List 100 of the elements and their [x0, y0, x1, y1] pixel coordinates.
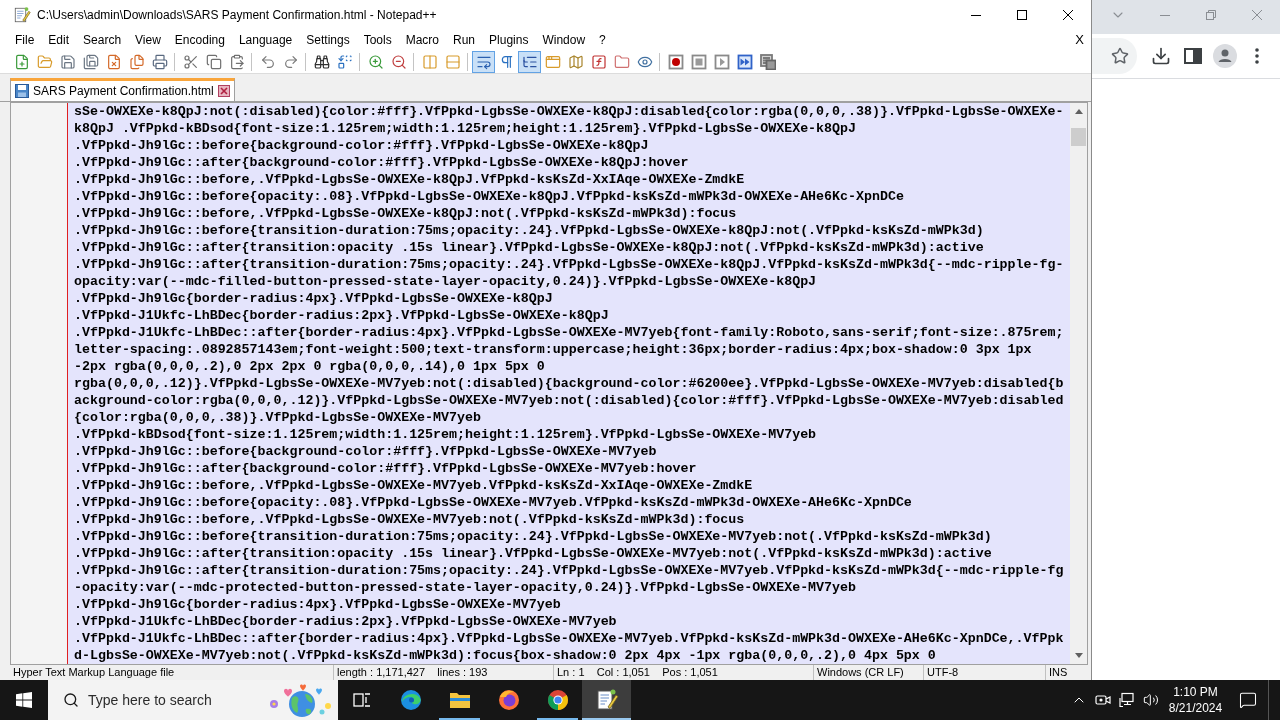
function-icon	[590, 53, 607, 70]
window-title: C:\Users\admin\Downloads\SARS Payment Confirmation.html - Notepad++	[37, 7, 437, 24]
replace-icon	[336, 53, 353, 70]
word-wrap-button[interactable]	[472, 50, 495, 73]
code-line: .VfPpkd-Jh9lGc::before,.VfPpkd-LgbsSe-OWXEXe-k8QpJ.VfPpkd-ksKsZd-XxIAqe-OWXEXe-ZmdkE	[74, 171, 745, 188]
code-line: -2px rgba(0,0,0,.2),0 2px 2px 0 rgba(0,0,0,.14),0 1px 5px 0	[74, 358, 545, 375]
menu-item[interactable]: View	[128, 30, 168, 50]
code-line: ackground-color:rgba(0,0,0,.12)}.VfPpkd-LgbsSe-OWXEXe-MV7yeb:not(:disabled){color:#fff}.VfPpkd-LgbsSe-OWXEXe-MV7yeb:disabled	[74, 392, 1064, 409]
code-line: .VfPpkd-J1Ukfc-LhBDec::after{border-radius:4px}.VfPpkd-LgbsSe-OWXEXe-MV7yeb{font-family:Roboto,sans-serif;font-size:.875rem;	[74, 324, 1064, 341]
code-line: .VfPpkd-Jh9lGc{border-radius:4px}.VfPpkd-LgbsSe-OWXEXe-k8QpJ	[74, 290, 553, 307]
search-icon	[63, 692, 79, 708]
menu-item[interactable]: Tools	[356, 30, 399, 50]
code-line: .VfPpkd-J1Ukfc-LhBDec::after{border-radius:4px}.VfPpkd-LgbsSe-OWXEXe-MV7yeb.VfPpkd-ksKsZd-mWPk3d-OWXEXe-AHe6Kc-XpnDCe,.VfPpk	[74, 630, 1064, 647]
kebab-menu-icon	[1255, 48, 1259, 64]
clock-time[interactable]: 1:10 PM	[1173, 684, 1218, 700]
menu-item[interactable]: Plugins	[482, 30, 536, 50]
search-box[interactable]: Type here to search	[48, 680, 338, 720]
columns-icon	[421, 53, 438, 70]
firefox-icon	[496, 688, 521, 712]
save-icon	[59, 53, 76, 70]
volume-icon	[1143, 692, 1159, 708]
scissors-icon	[182, 53, 199, 70]
camera-icon	[1095, 692, 1111, 708]
status-text: UTF-8	[927, 666, 959, 679]
caret-down-icon[interactable]	[1074, 653, 1083, 658]
notepad-icon	[13, 6, 31, 24]
minimize-icon	[1160, 14, 1170, 16]
code-line: .VfPpkd-Jh9lGc::after{transition-duration:75ms;opacity:.24}.VfPpkd-LgbsSe-OWXEXe-k8QpJ.VfPpkd-ksKsZd-mWPk3d{--mdc-ripple-fg-	[74, 256, 1064, 273]
zoom-in-icon	[367, 53, 384, 70]
record-icon	[667, 53, 684, 70]
zoom-out-icon	[390, 53, 407, 70]
code-line: .VfPpkd-Jh9lGc::before{background-color:#fff}.VfPpkd-LgbsSe-OWXEXe-k8QpJ	[74, 137, 649, 154]
code-line: .VfPpkd-Jh9lGc::before{opacity:.08}.VfPpkd-LgbsSe-OWXEXe-MV7yeb.VfPpkd-ksKsZd-mWPk3d-OWXEXe-AHe6Kc-XpnDCe	[74, 494, 912, 511]
close-icon	[1252, 10, 1262, 20]
code-line: .VfPpkd-Jh9lGc::before{background-color:#fff}.VfPpkd-LgbsSe-OWXEXe-MV7yeb	[74, 443, 657, 460]
map-icon	[567, 53, 584, 70]
code-line: sSe-OWXEXe-k8QpJ:not(:disabled){color:#fff}.VfPpkd-LgbsSe-OWXEXe-k8QpJ:disabled{color:rgba(0,0,0,.38)}.VfPpkd-LgbsSe-OWXEXe-	[74, 103, 1064, 120]
chrome-icon	[545, 688, 570, 712]
code-line: .VfPpkd-Jh9lGc::after{background-color:#fff}.VfPpkd-LgbsSe-OWXEXe-MV7yeb:hover	[74, 460, 697, 477]
code-line: .VfPpkd-Jh9lGc::before,.VfPpkd-LgbsSe-OWXEXe-MV7yeb.VfPpkd-ksKsZd-XxIAqe-OWXEXe-ZmdkE	[74, 477, 753, 494]
folder-icon	[36, 53, 53, 70]
menu-item[interactable]: ?	[592, 30, 613, 50]
side-panel-icon	[1184, 48, 1202, 64]
status-text: Windows (CR LF)	[817, 666, 904, 679]
code-line: .VfPpkd-Jh9lGc{border-radius:4px}.VfPpkd-LgbsSe-OWXEXe-MV7yeb	[74, 596, 561, 613]
redo-icon	[282, 53, 299, 70]
close-document-button[interactable]: X	[1073, 30, 1086, 50]
code-text-area[interactable]	[68, 103, 1070, 664]
status-text: INS	[1049, 666, 1068, 679]
menu-item[interactable]: File	[8, 30, 42, 50]
folder-icon	[613, 53, 630, 70]
status-text: length : 1,171,427 lines : 193	[337, 666, 488, 679]
notepad-plus-plus-button[interactable]	[582, 680, 631, 720]
menu-item[interactable]: Language	[231, 30, 300, 50]
undo-icon	[259, 53, 276, 70]
rows-icon	[444, 53, 461, 70]
status-text: Ln : 1 Col : 1,051 Pos : 1,051	[557, 666, 718, 679]
file-tab[interactable]: SARS Payment Confirmation.html	[10, 78, 235, 101]
search-input[interactable]: Type here to search	[88, 689, 248, 711]
code-line: .VfPpkd-kBDsod{font-size:1.125rem;width:1.125rem;height:1.125rem}.VfPpkd-LgbsSe-OWXEXe-MV7yeb	[74, 426, 817, 443]
menu-item[interactable]: Window	[535, 30, 593, 50]
code-line: .VfPpkd-Jh9lGc::before,.VfPpkd-LgbsSe-OWXEXe-MV7yeb:not(.VfPpkd-ksKsZd-mWPk3d):focus	[74, 511, 745, 528]
code-line: .VfPpkd-Jh9lGc::before{transition-duration:75ms;opacity:.24}.VfPpkd-LgbsSe-OWXEXe-k8QpJ:not(.VfPpkd-ksKsZd-mWPk3d)	[74, 222, 984, 239]
close-icon	[1063, 10, 1073, 20]
menu-item[interactable]: Macro	[398, 30, 446, 50]
stop-icon	[690, 53, 707, 70]
print-icon	[151, 53, 168, 70]
minimize-icon	[971, 14, 981, 16]
grid-icon	[759, 53, 776, 70]
maximize-icon	[1017, 10, 1027, 20]
menu-item[interactable]: Settings	[299, 30, 357, 50]
close-icon[interactable]	[217, 85, 230, 97]
file-x-icon	[105, 53, 122, 70]
profile-avatar-icon	[1213, 44, 1237, 68]
menu-item[interactable]: Encoding	[167, 30, 232, 50]
windows-logo-icon	[16, 692, 32, 708]
caret-up-icon[interactable]	[1074, 109, 1083, 114]
menu-item[interactable]: Search	[76, 30, 129, 50]
notification-icon	[1239, 691, 1257, 709]
code-line: {color:rgba(0,0,0,.38)}.VfPpkd-LgbsSe-OWXEXe-MV7yeb	[74, 409, 481, 426]
notepad-icon	[594, 688, 619, 712]
code-line: .VfPpkd-Jh9lGc::after{transition:opacity .15s linear}.VfPpkd-LgbsSe-OWXEXe-MV7yeb:not(.VfPpkd-ksKsZd-mWPk3d):active	[74, 545, 992, 562]
edge-icon	[398, 688, 423, 712]
restore-icon	[1206, 10, 1216, 20]
scrollbar-thumb[interactable]	[1071, 128, 1086, 146]
bookmark-star-icon[interactable]	[1111, 47, 1129, 65]
clock-date[interactable]: 8/21/2024	[1168, 700, 1223, 716]
menu-item[interactable]: Run	[446, 30, 483, 50]
play-icon	[713, 53, 730, 70]
code-line: .VfPpkd-Jh9lGc::before,.VfPpkd-LgbsSe-OWXEXe-k8QpJ:not(.VfPpkd-ksKsZd-mWPk3d):focus	[74, 205, 737, 222]
address-bar[interactable]	[1092, 38, 1137, 74]
task-view-icon	[352, 690, 372, 710]
copy-icon	[205, 53, 222, 70]
indent-guide-button[interactable]	[518, 50, 541, 73]
binoculars-icon	[313, 53, 330, 70]
download-icon	[1151, 46, 1171, 66]
menu-item[interactable]: Edit	[41, 30, 77, 50]
code-line: -opacity:var(--mdc-protected-button-pressed-state-layer-opacity,0.24)}.VfPpkd-LgbsSe-OWXEXe-MV7yeb	[74, 579, 856, 596]
code-line: letter-spacing:.0892857143em;font-weight:500;text-transform:uppercase;height:36px;border-radius:4px;box-shadow:0 3px 1px	[74, 341, 1032, 358]
file-plus-icon	[13, 53, 30, 70]
